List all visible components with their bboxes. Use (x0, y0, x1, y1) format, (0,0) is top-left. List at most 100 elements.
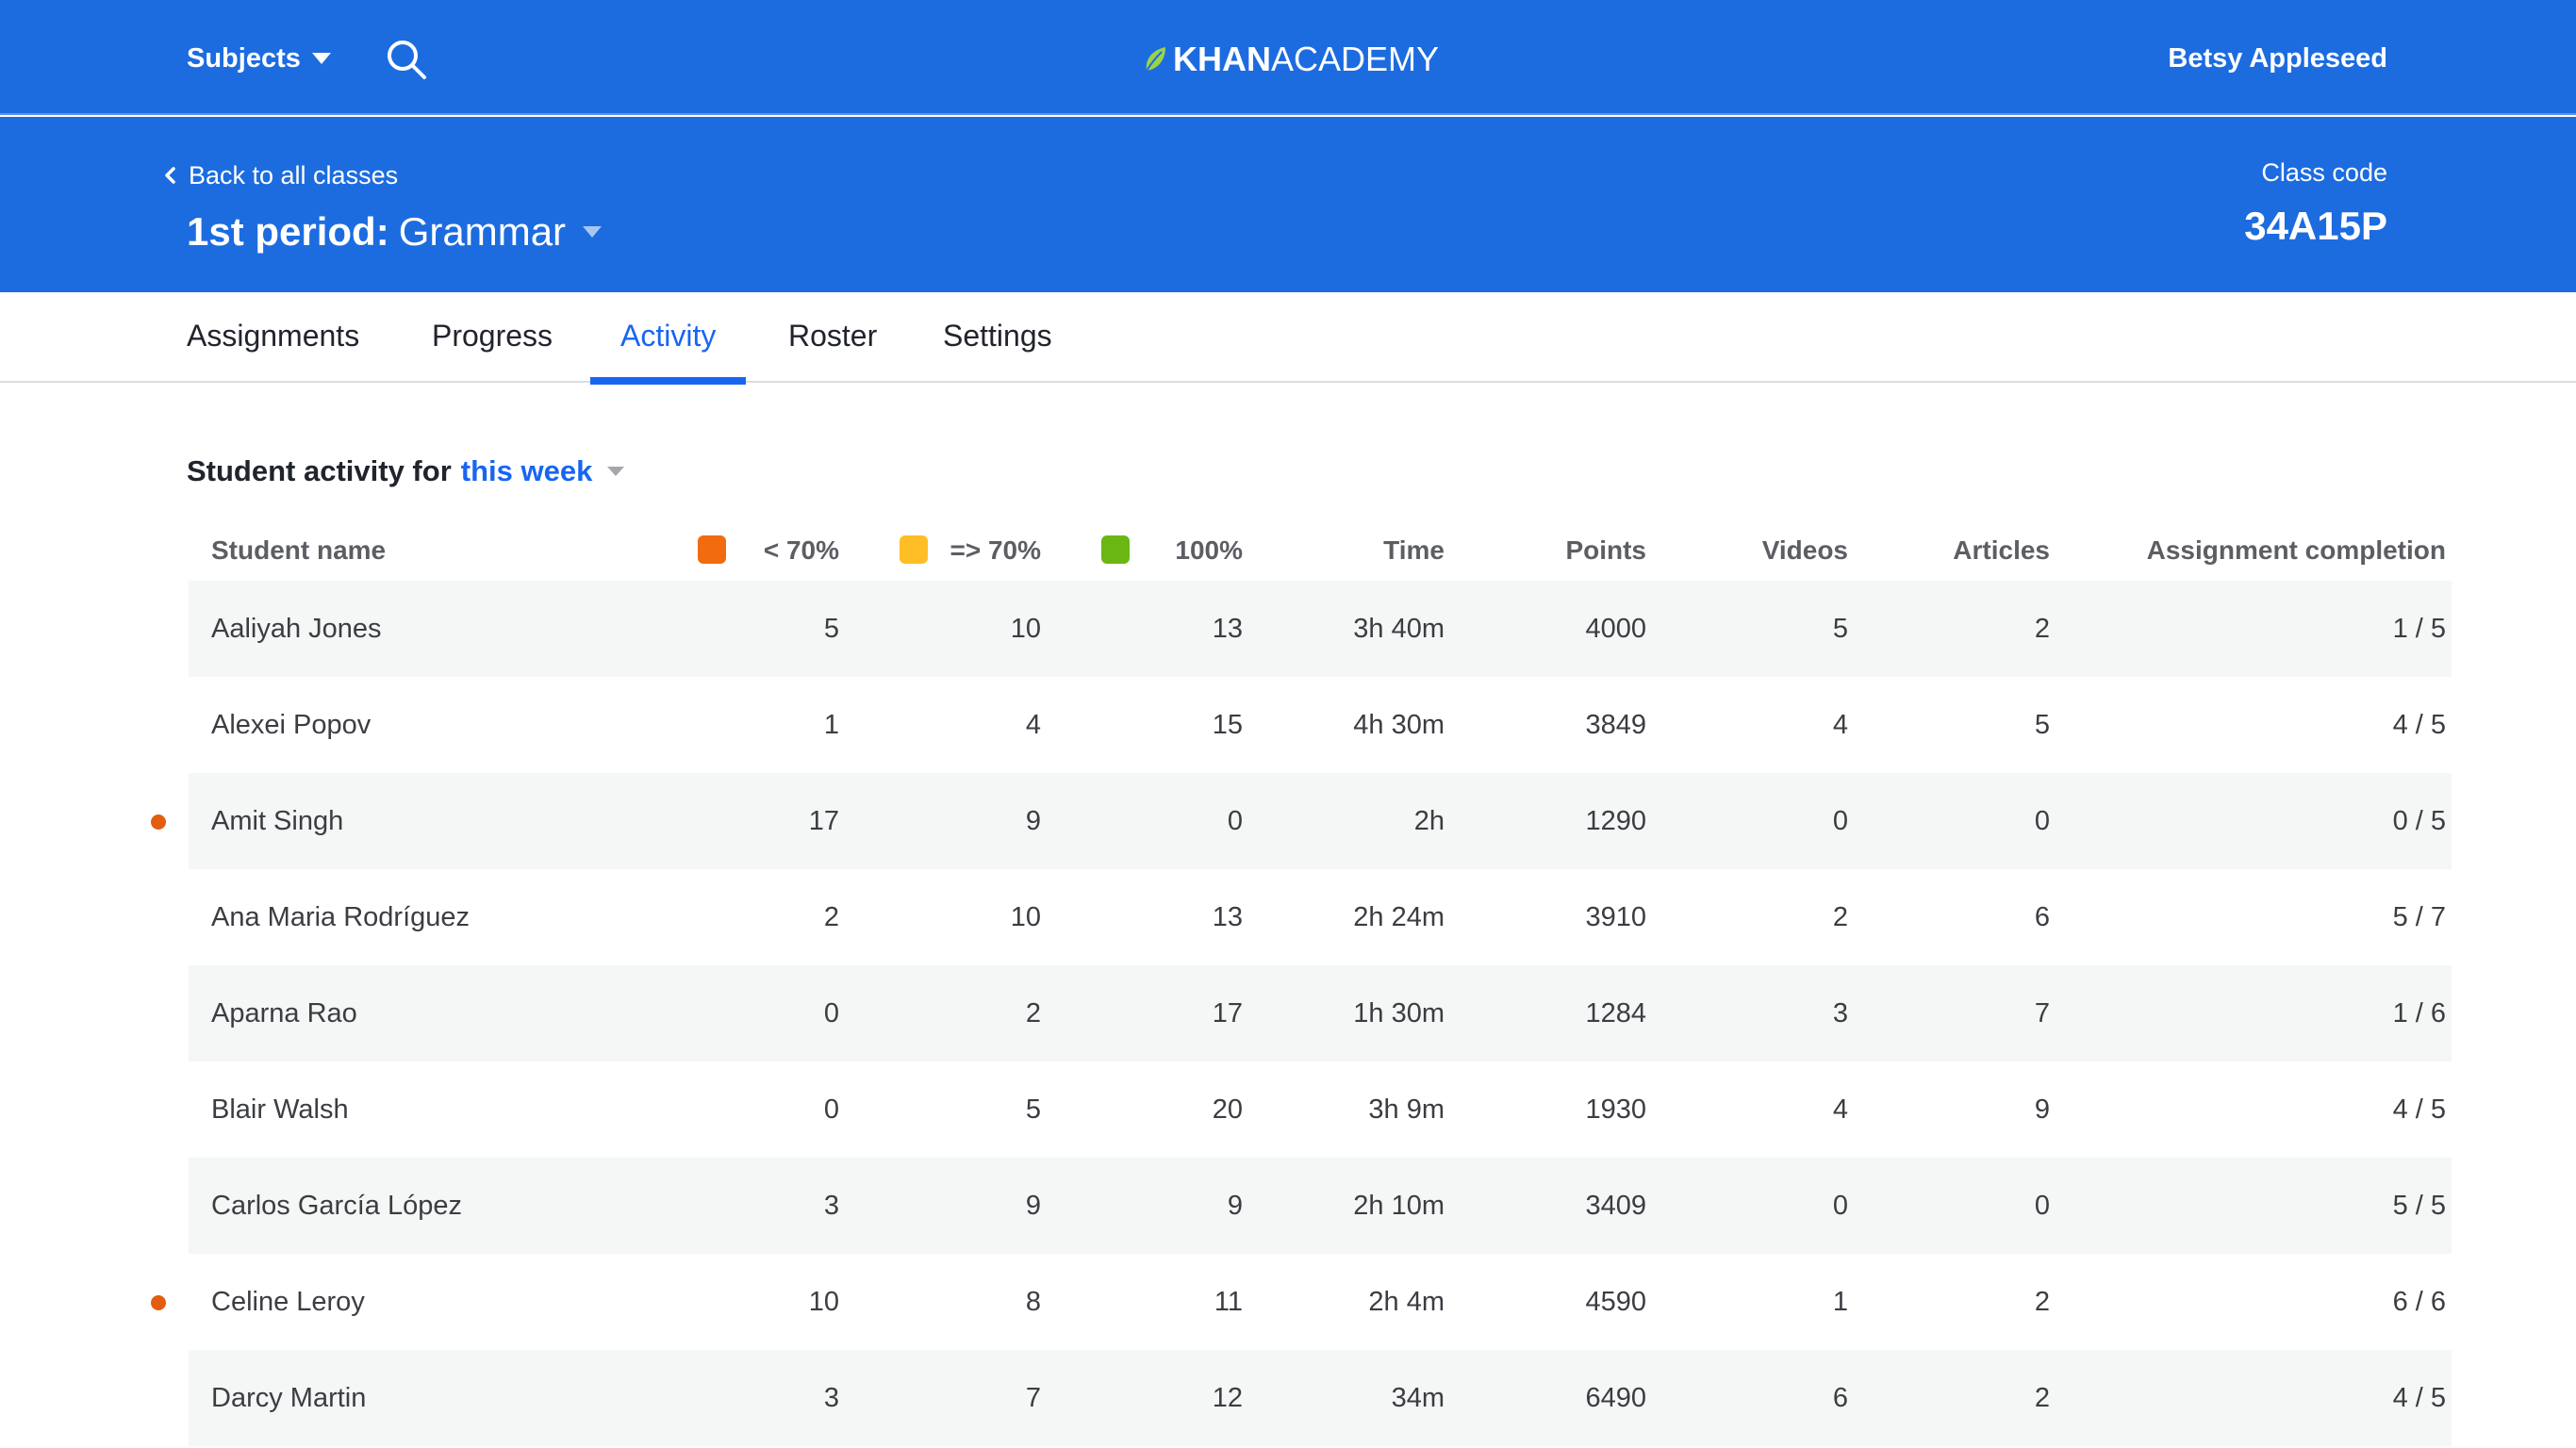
class-header: Back to all classes 1st period: Grammar … (0, 117, 2576, 292)
table-row[interactable]: Aaliyah Jones 5 10 13 3h 40m 4000 5 2 1 / 5 (189, 581, 2452, 677)
top-nav-bar: Subjects KHAN ACADEMY Betsy Appleseed (0, 0, 2576, 115)
header-time[interactable]: Time (1301, 520, 1445, 581)
chevron-down-icon (311, 53, 331, 64)
header-videos[interactable]: Videos (1707, 520, 1848, 581)
perfect-swatch (1101, 535, 1130, 564)
header-points[interactable]: Points (1505, 520, 1646, 581)
class-name: Grammar (398, 209, 567, 254)
cell-perfect: 17 (1212, 998, 1243, 1028)
student-name[interactable]: Carlos García López (211, 1158, 462, 1254)
cell-time: 3h 40m (1353, 614, 1445, 644)
table-row[interactable]: Darcy Martin 3 7 12 34m 6490 6 2 4 / 5 (189, 1350, 2452, 1446)
table-row[interactable]: Ana Maria Rodríguez 2 10 13 2h 24m 3910 2 6 5 / … (189, 869, 2452, 965)
cell-time: 2h 10m (1353, 1191, 1445, 1221)
cell-below70: 1 (823, 710, 839, 740)
student-name[interactable]: Celine Leroy (211, 1254, 365, 1350)
cell-perfect: 11 (1214, 1287, 1243, 1317)
cell-time: 4h 30m (1353, 710, 1445, 740)
cell-completion: 1 / 5 (2392, 614, 2446, 644)
class-tabs: Assignments Progress Activity Roster Set… (0, 292, 2576, 385)
cell-above70: 7 (1025, 1383, 1041, 1413)
cell-above70: 5 (1025, 1094, 1041, 1125)
cell-videos: 1 (1832, 1287, 1848, 1317)
student-name[interactable]: Blair Walsh (211, 1061, 349, 1158)
cell-time: 2h 24m (1353, 902, 1445, 932)
cell-videos: 4 (1832, 1094, 1848, 1125)
student-name[interactable]: Aparna Rao (211, 965, 357, 1061)
header-100[interactable]: 100% (1141, 520, 1243, 581)
above-70-swatch (900, 535, 928, 564)
khan-academy-logo[interactable]: KHAN ACADEMY (1143, 36, 1439, 83)
needs-attention-dot (151, 814, 166, 830)
header-assignment-completion[interactable]: Assignment completion (2074, 520, 2446, 581)
header-above-70[interactable]: => 70% (933, 520, 1041, 581)
header-articles[interactable]: Articles (1908, 520, 2050, 581)
cell-completion: 4 / 5 (2392, 710, 2446, 740)
chevron-down-icon (583, 226, 603, 238)
cell-perfect: 12 (1212, 1383, 1243, 1413)
cell-above70: 10 (1010, 902, 1041, 932)
cell-above70: 9 (1025, 806, 1041, 836)
search-icon[interactable] (385, 38, 428, 81)
cell-points: 1284 (1585, 998, 1646, 1028)
student-activity-table: Student name < 70% => 70% 100% Time Poin… (151, 520, 2452, 1446)
subjects-menu-button[interactable]: Subjects (187, 38, 331, 79)
cell-below70: 0 (823, 1094, 839, 1125)
cell-videos: 0 (1832, 1191, 1848, 1221)
tab-assignments[interactable]: Assignments (187, 292, 359, 383)
tab-activity[interactable]: Activity (589, 292, 747, 385)
tab-roster[interactable]: Roster (788, 292, 877, 383)
user-menu[interactable]: Betsy Appleseed (2168, 38, 2387, 79)
student-name[interactable]: Aaliyah Jones (211, 581, 382, 677)
header-below-70[interactable]: < 70% (735, 520, 839, 581)
header-student-name[interactable]: Student name (211, 520, 386, 581)
cell-perfect: 0 (1227, 806, 1243, 836)
cell-completion: 0 / 5 (2392, 806, 2446, 836)
cell-time: 2h (1413, 806, 1445, 836)
table-header: Student name < 70% => 70% 100% Time Poin… (189, 520, 2452, 581)
student-name[interactable]: Amit Singh (211, 773, 343, 869)
class-selector[interactable]: 1st period: Grammar (187, 202, 603, 262)
cell-articles: 0 (2034, 806, 2050, 836)
table-row[interactable]: Carlos García López 3 9 9 2h 10m 3409 0 0 5 / 5 (189, 1158, 2452, 1254)
time-period-dropdown[interactable]: this week (461, 454, 625, 488)
cell-points: 3849 (1585, 710, 1646, 740)
cell-articles: 2 (2034, 1383, 2050, 1413)
table-body: Aaliyah Jones 5 10 13 3h 40m 4000 5 2 1 / 5 Alexe… (151, 581, 2452, 1446)
table-row[interactable]: Alexei Popov 1 4 15 4h 30m 3849 4 5 4 / 5 (189, 677, 2452, 773)
table-row[interactable]: Aparna Rao 0 2 17 1h 30m 1284 3 7 1 / 6 (189, 965, 2452, 1061)
needs-attention-dot (151, 1295, 166, 1310)
back-to-classes-link[interactable]: Back to all classes (162, 156, 398, 194)
class-code: 34A15P (2244, 204, 2387, 248)
student-name[interactable]: Alexei Popov (211, 677, 371, 773)
cell-completion: 4 / 5 (2392, 1094, 2446, 1125)
cell-below70: 3 (823, 1191, 839, 1221)
cell-above70: 8 (1025, 1287, 1041, 1317)
cell-below70: 17 (808, 806, 839, 836)
tab-progress[interactable]: Progress (432, 292, 553, 383)
cell-completion: 1 / 6 (2392, 998, 2446, 1028)
cell-perfect: 13 (1212, 614, 1243, 644)
cell-videos: 3 (1832, 998, 1848, 1028)
table-row[interactable]: Blair Walsh 0 5 20 3h 9m 1930 4 9 4 / 5 (189, 1061, 2452, 1158)
student-name[interactable]: Ana Maria Rodríguez (211, 869, 470, 965)
cell-time: 1h 30m (1353, 998, 1445, 1028)
tab-settings[interactable]: Settings (943, 292, 1052, 383)
cell-points: 1930 (1585, 1094, 1646, 1125)
cell-points: 4590 (1585, 1287, 1646, 1317)
cell-videos: 2 (1832, 902, 1848, 932)
period-label: 1st period: (187, 209, 389, 254)
table-row[interactable]: Amit Singh 17 9 0 2h 1290 0 0 0 / 5 (151, 773, 2452, 869)
cell-videos: 6 (1832, 1383, 1848, 1413)
cell-videos: 4 (1832, 710, 1848, 740)
cell-time: 34m (1391, 1383, 1445, 1413)
cell-above70: 9 (1025, 1191, 1041, 1221)
cell-articles: 9 (2034, 1094, 2050, 1125)
student-name[interactable]: Darcy Martin (211, 1350, 366, 1446)
table-row[interactable]: Celine Leroy 10 8 11 2h 4m 4590 1 2 6 / 6 (151, 1254, 2452, 1350)
activity-heading-prefix: Student activity for (187, 454, 452, 487)
leaf-icon (1146, 47, 1165, 72)
below-70-swatch (698, 535, 726, 564)
cell-completion: 5 / 5 (2392, 1191, 2446, 1221)
cell-points: 3409 (1585, 1191, 1646, 1221)
